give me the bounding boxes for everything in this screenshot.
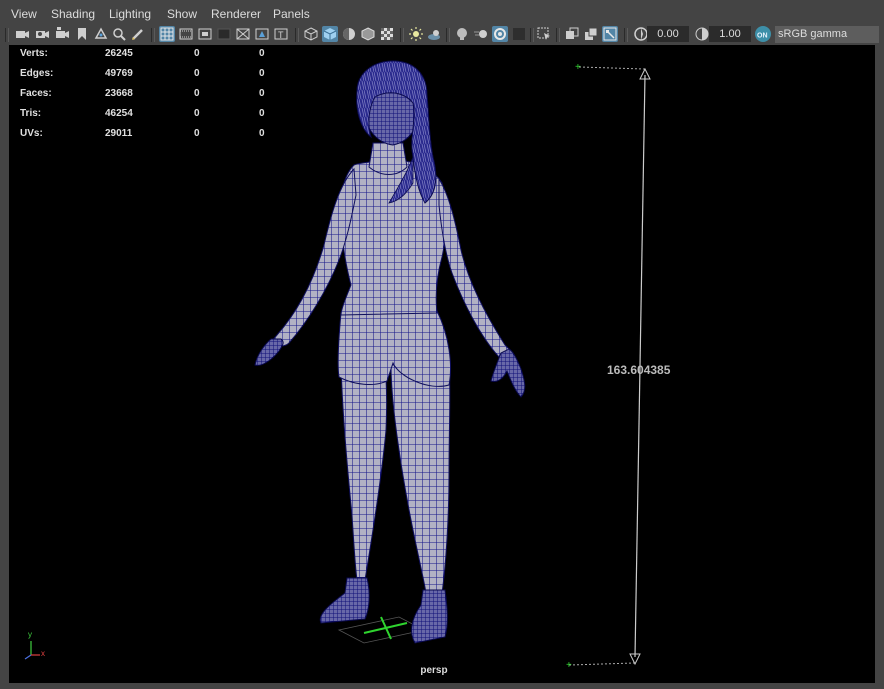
xray-components-icon[interactable] [602,26,618,42]
hud-label: UVs: [20,128,43,139]
shadows-icon[interactable] [426,26,442,42]
hud-label: Faces: [20,88,52,99]
safe-action-icon[interactable] [254,26,270,42]
hud-total: 49769 [105,68,133,79]
toolbar-separator [151,28,155,42]
toolbar-separator [295,28,299,42]
isolate-select-icon[interactable] [536,26,552,42]
gate-mask-icon[interactable] [216,26,232,42]
view-axis-gizmo [24,641,40,660]
hud-total: 29011 [105,128,133,139]
screen-space-ao-icon[interactable] [454,26,470,42]
svg-text:+: + [566,660,572,671]
hud-row-verts: Verts: 26245 0 0 [9,48,289,62]
color-space-dropdown[interactable]: sRGB gamma [775,26,879,43]
distance-value: 163.604385 [607,363,671,377]
menu-show[interactable]: Show [167,7,197,21]
hud-component: 0 [259,48,265,59]
camera-attributes-icon[interactable] [34,26,50,42]
camera-name: persp [420,665,448,676]
smooth-shade-icon[interactable] [322,26,338,42]
hud-label: Edges: [20,68,54,79]
xray-icon[interactable] [564,26,580,42]
toolbar-separator [400,28,404,42]
axis-x-label: x [41,649,45,658]
resolution-gate-icon[interactable] [197,26,213,42]
viewport-panel[interactable]: + + y x 163.604385 persp Verts: 26245 0 … [9,45,875,683]
axis-y-label: y [28,630,32,639]
textured-icon[interactable] [379,26,395,42]
grease-pencil-icon[interactable] [130,26,146,42]
depth-of-field-icon[interactable] [511,26,527,42]
hud-component: 0 [259,88,265,99]
wireframe-on-shaded-icon[interactable] [341,26,357,42]
toolbar-separator [530,28,534,42]
hud-selected: 0 [194,68,200,79]
hud-row-tris: Tris: 46254 0 0 [9,108,289,122]
default-material-icon[interactable] [360,26,376,42]
toolbar-separator [5,28,9,42]
exposure-field[interactable]: 0.00 [647,26,689,42]
panel-menu-bar: View Shading Lighting Show Renderer Pane… [0,0,884,25]
hud-selected: 0 [194,128,200,139]
field-chart-icon[interactable] [235,26,251,42]
hud-component: 0 [259,108,265,119]
panel-toolbar: T 0.00 1.00 ON sRGB gamma [0,25,884,45]
hud-selected: 0 [194,88,200,99]
film-gate-icon[interactable] [178,26,194,42]
grid-icon[interactable] [159,26,175,42]
svg-text:+: + [575,62,581,73]
hud-label: Verts: [20,48,48,59]
toolbar-separator [446,28,450,42]
menu-view[interactable]: View [11,7,37,21]
character-mesh[interactable] [254,60,526,644]
wireframe-icon[interactable] [303,26,319,42]
bookmark-icon[interactable] [74,26,90,42]
toolbar-separator [556,28,560,42]
hud-selected: 0 [194,48,200,59]
hud-total: 23668 [105,88,133,99]
2d-pan-zoom-icon[interactable] [111,26,127,42]
gamma-icon[interactable] [694,26,710,42]
menu-lighting[interactable]: Lighting [109,7,151,21]
menu-shading[interactable]: Shading [51,7,95,21]
gamma-field[interactable]: 1.00 [709,26,751,42]
toolbar-separator [624,28,628,42]
svg-text:T: T [278,30,284,40]
hud-total: 26245 [105,48,133,59]
image-plane-icon[interactable] [93,26,109,42]
hud-component: 0 [259,68,265,79]
select-camera-icon[interactable] [14,26,30,42]
menu-panels[interactable]: Panels [273,7,310,21]
menu-renderer[interactable]: Renderer [211,7,261,21]
hud-selected: 0 [194,108,200,119]
safe-title-icon[interactable]: T [273,26,289,42]
hud-label: Tris: [20,108,42,119]
svg-text:ON: ON [757,33,768,40]
xray-joints-icon[interactable] [583,26,599,42]
hud-total: 46254 [105,108,133,119]
camera-tools-icon[interactable] [54,26,70,42]
hud-row-faces: Faces: 23668 0 0 [9,88,289,102]
motion-blur-icon[interactable] [473,26,489,42]
hud-row-uvs: UVs: 29011 0 0 [9,128,289,142]
anti-aliasing-icon[interactable] [492,26,508,42]
color-management-icon[interactable]: ON [755,26,771,42]
lights-icon[interactable] [408,26,424,42]
hud-row-edges: Edges: 49769 0 0 [9,68,289,82]
hud-component: 0 [259,128,265,139]
